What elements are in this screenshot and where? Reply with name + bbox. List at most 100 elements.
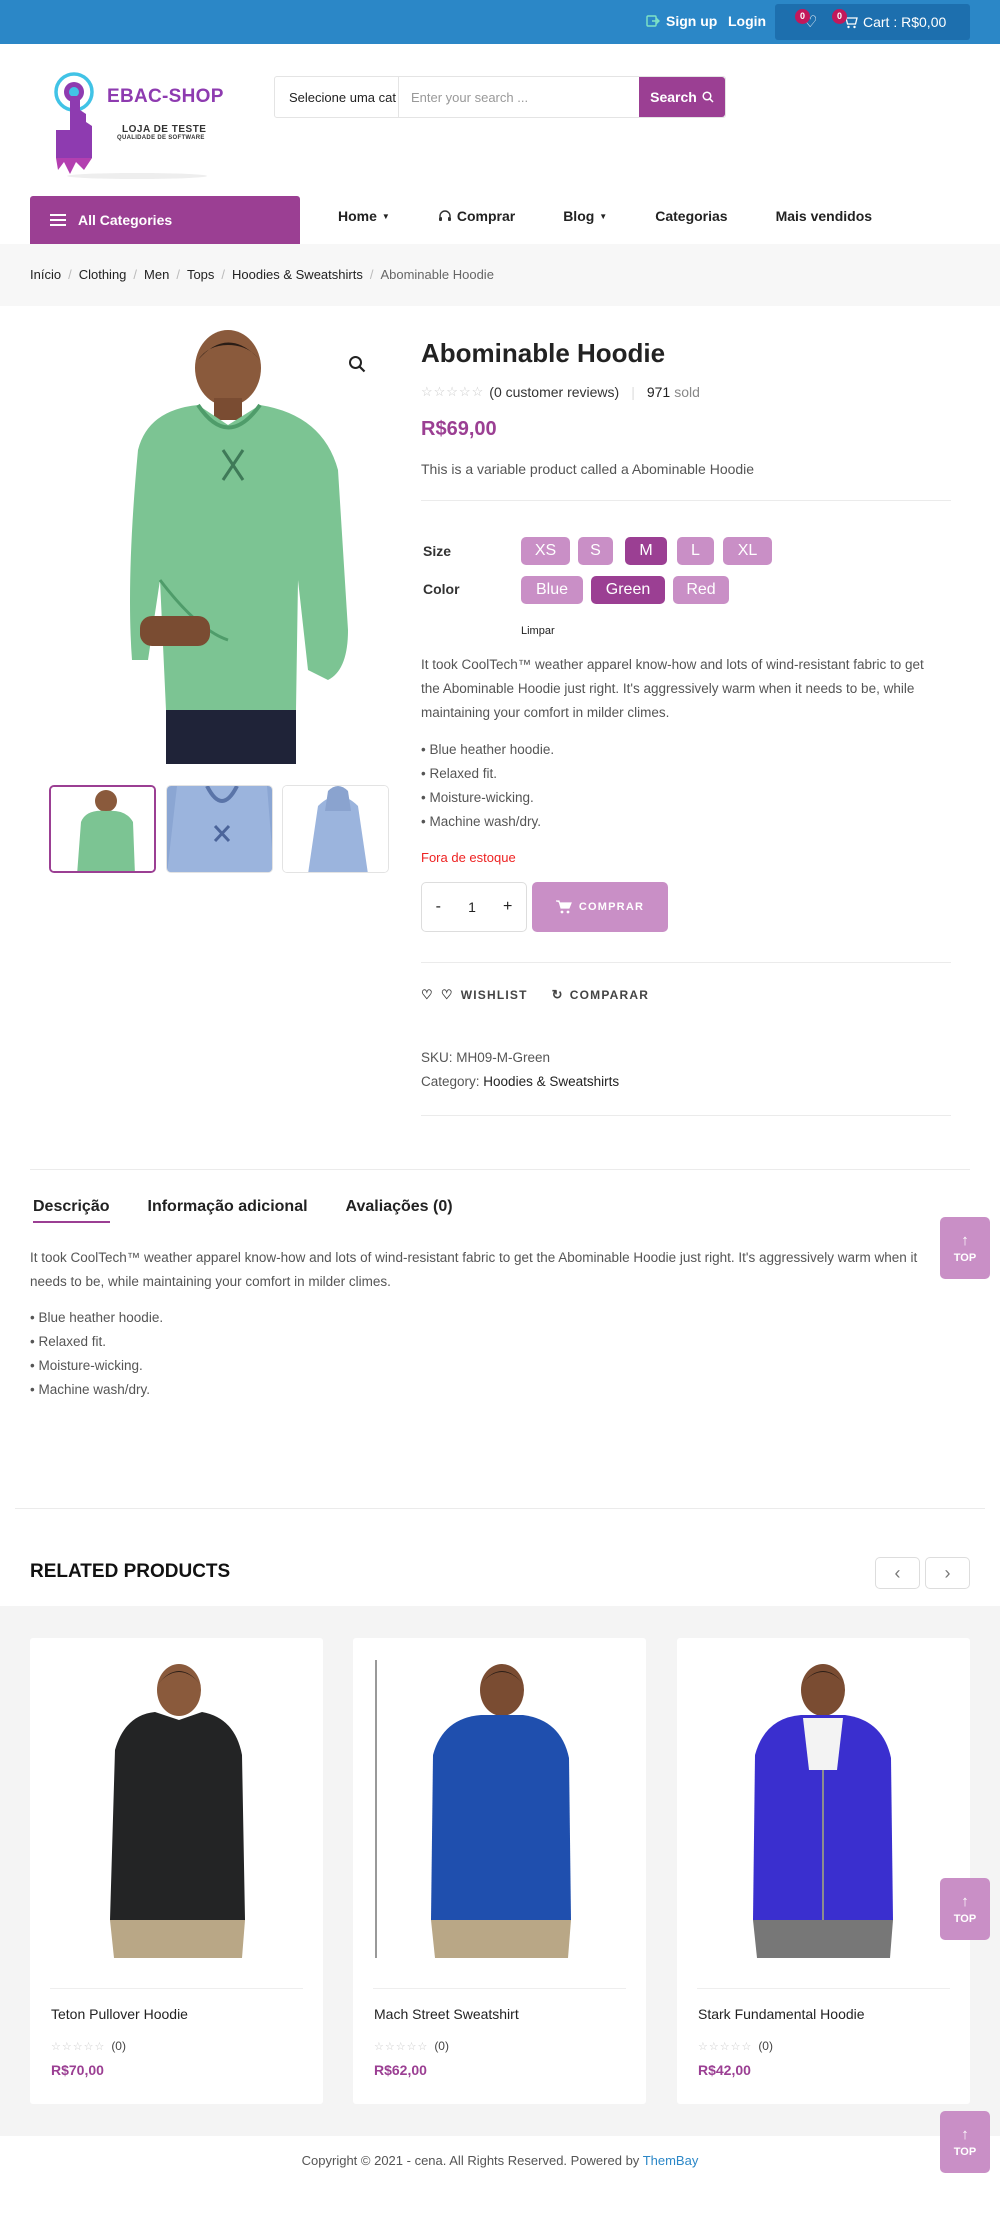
product-name[interactable]: Teton Pullover Hoodie (51, 2006, 188, 2022)
category-label: Category: (421, 1074, 480, 1089)
product-main-image[interactable] (48, 330, 388, 764)
divider (30, 1169, 970, 1170)
footer: Copyright © 2021 - cena. All Rights Rese… (0, 2153, 1000, 2168)
search-bar: Selecione uma cat Enter your search ... … (274, 76, 726, 118)
product-name[interactable]: Stark Fundamental Hoodie (698, 2006, 865, 2022)
nav-item-home[interactable]: Home ▼ (338, 208, 390, 224)
color-option-blue[interactable]: Blue (521, 576, 583, 604)
thumbnail-3[interactable] (282, 785, 389, 873)
divider (15, 1508, 985, 1509)
wishlist-button[interactable]: ♡ ♡ WISHLIST (421, 987, 528, 1003)
stock-status: Fora de estoque (421, 850, 516, 865)
search-input[interactable]: Enter your search ... (399, 77, 639, 117)
tab-description-text: It took CoolTech™ weather apparel know-h… (30, 1250, 918, 1289)
size-option-xs[interactable]: XS (521, 537, 570, 565)
breadcrumb-item-hoodies[interactable]: Hoodies & Sweatshirts (232, 267, 363, 282)
top-label: TOP (953, 1252, 977, 1264)
divider (373, 1988, 626, 1989)
cart-box[interactable]: ♡ 0 0 Cart : R$0,00 (775, 4, 970, 40)
top-label: TOP (953, 1913, 977, 1925)
divider (421, 962, 951, 963)
thumbnail-2[interactable] (166, 785, 273, 873)
qty-plus-button[interactable]: + (503, 898, 512, 916)
buy-button-label: COMPRAR (578, 901, 645, 913)
chevron-right-icon: › (944, 1562, 951, 1583)
footer-link[interactable]: ThemBay (643, 2153, 699, 2168)
feature-item: • Blue heather hoodie. (30, 1310, 164, 1325)
feature-item: • Moisture-wicking. (421, 790, 534, 805)
cart-count-badge: 0 (832, 9, 847, 24)
back-to-top-button[interactable]: ↑ TOP (940, 1878, 990, 1940)
nav-item-mais-vendidos[interactable]: Mais vendidos (776, 208, 872, 224)
clear-selection-link[interactable]: Limpar (521, 625, 555, 637)
cart-label: Cart : R$0,00 (863, 14, 947, 30)
breadcrumb-item-tops[interactable]: Tops (187, 267, 214, 282)
product-card[interactable]: Stark Fundamental Hoodie ☆☆☆☆☆ (0) R$42,… (677, 1638, 970, 2104)
nav-item-categorias[interactable]: Categorias (655, 208, 727, 224)
nav-item-label: Mais vendidos (775, 208, 873, 224)
category-row: Category: Hoodies & Sweatshirts (421, 1074, 619, 1089)
qty-minus-button[interactable]: - (436, 898, 441, 916)
qty-input[interactable]: 1 (468, 899, 476, 915)
all-categories-label: All Categories (78, 212, 173, 228)
search-category-select[interactable]: Selecione uma cat (275, 77, 399, 117)
nav-item-comprar[interactable]: Comprar (438, 208, 515, 224)
size-option-l[interactable]: L (677, 537, 714, 565)
color-option-green[interactable]: Green (591, 576, 665, 604)
rating-row: ☆☆☆☆☆ (0) (51, 2039, 126, 2053)
copyright-text: Copyright © 2021 - cena. All Rights Rese… (301, 2153, 640, 2168)
carousel-prev-button[interactable]: ‹ (875, 1557, 920, 1589)
review-count: (0) (758, 2039, 773, 2053)
refresh-icon: ↻ (551, 987, 564, 1002)
signup-link[interactable]: Sign up (646, 13, 717, 29)
breadcrumb-item-inicio[interactable]: Início (30, 267, 61, 282)
feature-item: • Blue heather hoodie. (421, 742, 555, 757)
feature-item: • Relaxed fit. (421, 766, 498, 781)
headset-icon (438, 210, 451, 221)
wishlist-label: WISHLIST (460, 988, 528, 1002)
tab-avaliacoes[interactable]: Avaliações (0) (346, 1198, 453, 1223)
carousel-next-button[interactable]: › (925, 1557, 970, 1589)
user-plus-icon (646, 15, 660, 27)
divider (421, 1115, 951, 1116)
breadcrumb-item-men[interactable]: Men (144, 267, 169, 282)
product-card[interactable]: Mach Street Sweatshirt ☆☆☆☆☆ (0) R$62,00 (353, 1638, 646, 2104)
signup-label: Sign up (666, 13, 718, 29)
sold-label: sold (674, 384, 700, 400)
size-option-xl[interactable]: XL (723, 537, 772, 565)
rating-row: ☆☆☆☆☆ (0) (374, 2039, 449, 2053)
product-image[interactable] (697, 1660, 950, 1958)
search-button[interactable]: Search (639, 77, 725, 117)
product-price: R$42,00 (698, 2062, 751, 2078)
back-to-top-button[interactable]: ↑ TOP (940, 1217, 990, 1279)
zoom-icon[interactable] (348, 355, 366, 376)
menu-icon (50, 214, 66, 226)
category-link[interactable]: Hoodies & Sweatshirts (483, 1074, 619, 1089)
all-categories-button[interactable]: All Categories (30, 196, 300, 244)
related-products-title: RELATED PRODUCTS (30, 1561, 231, 1582)
product-tabs: Descrição Informação adicional Avaliaçõe… (33, 1198, 453, 1223)
compare-button[interactable]: ↻ COMPARAR (552, 987, 649, 1003)
buy-button[interactable]: COMPRAR (532, 882, 668, 932)
breadcrumb: Início / Clothing / Men / Tops / Hoodies & S… (30, 267, 494, 282)
reviews-link[interactable]: (0 customer reviews) (489, 384, 619, 400)
wishlist-count-badge: 0 (795, 9, 810, 24)
thumbnail-1[interactable] (49, 785, 156, 873)
tab-descricao[interactable]: Descrição (33, 1198, 110, 1223)
nav-item-label: Home (338, 208, 377, 224)
breadcrumb-item-clothing[interactable]: Clothing (79, 267, 127, 282)
nav-item-blog[interactable]: Blog ▼ (563, 208, 607, 224)
sku-value: MH09-M-Green (456, 1050, 551, 1065)
product-card[interactable]: Teton Pullover Hoodie ☆☆☆☆☆ (0) R$70,00 (30, 1638, 323, 2104)
size-option-m[interactable]: M (625, 537, 667, 565)
product-name[interactable]: Mach Street Sweatshirt (374, 2006, 519, 2022)
size-option-s[interactable]: S (578, 537, 613, 565)
login-link[interactable]: Login (728, 13, 766, 29)
feature-item: • Machine wash/dry. (421, 814, 542, 829)
tab-informacao-adicional[interactable]: Informação adicional (148, 1198, 308, 1223)
color-option-red[interactable]: Red (673, 576, 729, 604)
sold-count: 971 (646, 384, 671, 400)
product-image[interactable] (50, 1660, 303, 1958)
top-bar: Sign up Login ♡ 0 0 Cart : R$0,00 (0, 0, 1000, 44)
product-image[interactable] (373, 1660, 626, 1958)
